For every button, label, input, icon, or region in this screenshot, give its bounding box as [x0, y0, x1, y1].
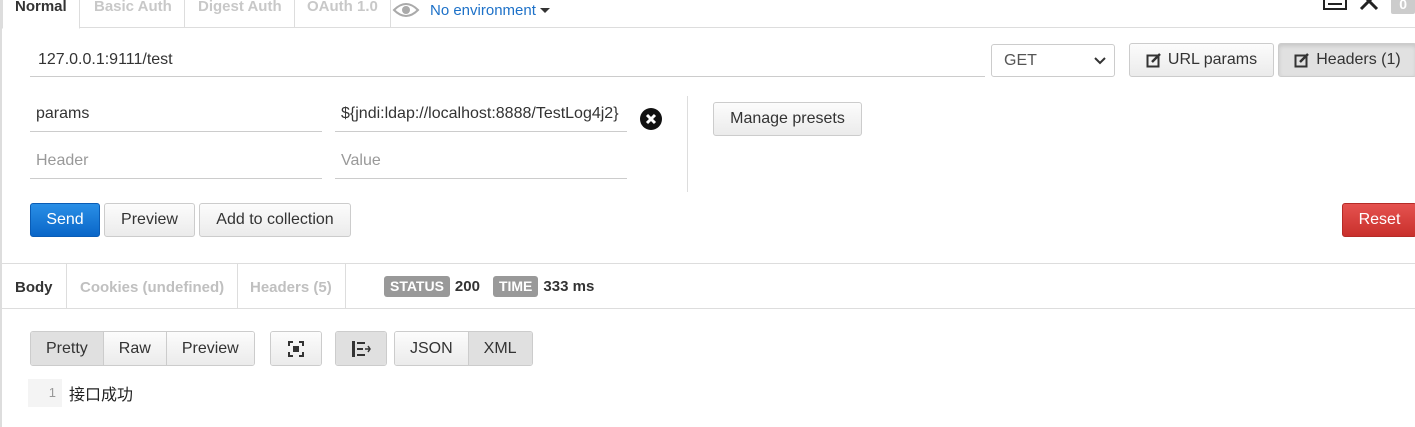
tab-response-headers[interactable]: Headers (5): [237, 264, 346, 309]
header-value-input[interactable]: ${jndi:ldap://localhost:8888/TestLog4j2}: [335, 96, 627, 132]
preview-response-button[interactable]: Preview: [166, 332, 254, 365]
response-body: 1 接口成功: [28, 379, 133, 407]
pretty-button[interactable]: Pretty: [31, 332, 104, 365]
wrap-lines-icon: [352, 340, 371, 357]
tools-icon[interactable]: [1359, 0, 1379, 16]
tab-digest-auth[interactable]: Digest Auth: [186, 0, 295, 28]
tab-basic-auth[interactable]: Basic Auth: [82, 0, 185, 28]
format-group: JSON XML: [394, 331, 533, 366]
method-select[interactable]: GET: [991, 44, 1115, 77]
line-number: 1: [28, 379, 62, 407]
edit-icon: [1294, 53, 1310, 68]
notification-badge[interactable]: 0: [1391, 0, 1415, 14]
keyboard-icon[interactable]: [1323, 0, 1348, 15]
manage-presets-button[interactable]: Manage presets: [713, 102, 862, 136]
auth-tabs: Normal Basic Auth Digest Auth OAuth 1.0 …: [2, 0, 1415, 29]
divider: [687, 96, 688, 192]
new-header-key-input[interactable]: Header: [30, 143, 322, 179]
xml-button[interactable]: XML: [468, 332, 532, 365]
url-params-button[interactable]: URL params: [1129, 43, 1274, 77]
view-mode-group: Pretty Raw Preview: [30, 331, 255, 366]
fullscreen-button[interactable]: [271, 332, 321, 365]
time-value: 333 ms: [543, 278, 595, 295]
wrap-lines-button[interactable]: [336, 332, 386, 365]
line-text: 接口成功: [69, 387, 134, 404]
headers-label: Headers (1): [1316, 51, 1401, 68]
response-status: STATUS 200 TIME 333 ms: [384, 276, 594, 297]
tab-normal[interactable]: Normal: [2, 0, 80, 29]
headers-button[interactable]: Headers (1): [1278, 43, 1415, 77]
environment-label[interactable]: No environment: [430, 2, 536, 19]
wrap-group: [335, 331, 387, 366]
tab-body[interactable]: Body: [2, 264, 67, 309]
chevron-down-icon: [1094, 57, 1106, 65]
send-button[interactable]: Send: [30, 203, 100, 237]
raw-button[interactable]: Raw: [103, 332, 167, 365]
environment-selector[interactable]: No environment: [392, 0, 550, 24]
fullscreen-icon: [288, 340, 304, 357]
url-params-label: URL params: [1167, 51, 1258, 68]
app-root: Normal Basic Auth Digest Auth OAuth 1.0 …: [0, 0, 1415, 427]
fullscreen-group: [270, 331, 322, 366]
status-tag: STATUS: [384, 276, 450, 297]
chevron-down-icon: [539, 7, 550, 13]
preview-button[interactable]: Preview: [104, 203, 195, 237]
remove-header-icon[interactable]: [640, 108, 662, 130]
url-input[interactable]: 127.0.0.1:9111/test: [30, 44, 985, 77]
status-value: 200: [454, 278, 480, 295]
tab-oauth[interactable]: OAuth 1.0: [295, 0, 391, 28]
method-value: GET: [1004, 52, 1037, 69]
header-key-input[interactable]: params: [30, 96, 322, 132]
add-to-collection-button[interactable]: Add to collection: [199, 203, 351, 237]
response-tabs: Body Cookies (undefined) Headers (5) STA…: [2, 263, 1415, 309]
reset-button[interactable]: Reset: [1342, 203, 1415, 237]
new-header-value-input[interactable]: Value: [335, 143, 627, 179]
time-tag: TIME: [492, 276, 539, 297]
top-right-toolbar: 0: [1323, 0, 1415, 14]
json-button[interactable]: JSON: [395, 332, 469, 365]
eye-icon[interactable]: [392, 0, 420, 20]
tab-cookies[interactable]: Cookies (undefined): [67, 264, 239, 309]
edit-icon: [1146, 53, 1161, 68]
